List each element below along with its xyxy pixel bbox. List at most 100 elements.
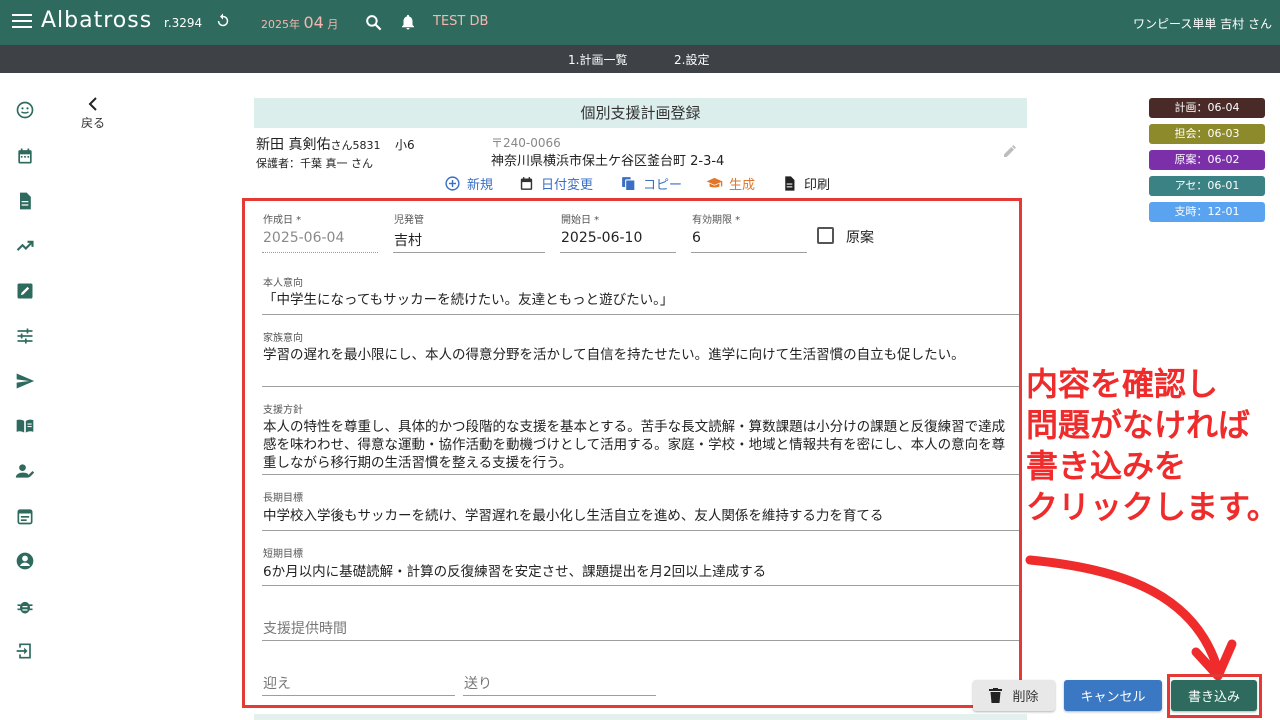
long-goal-underline (262, 530, 1019, 531)
change-date-action[interactable]: 日付変更 (518, 174, 593, 193)
page-title: 個別支援計画登録 (254, 98, 1027, 128)
tab-plan-list[interactable]: 1.計画一覧 (568, 51, 627, 68)
account-icon[interactable] (15, 551, 35, 571)
person-id: 5831 (352, 139, 381, 152)
book-icon[interactable] (15, 416, 35, 436)
support-time-field[interactable]: 支援提供時間 (263, 618, 347, 638)
send-icon[interactable] (15, 371, 35, 391)
manager-label: 児発管 (394, 215, 424, 226)
dropoff-field[interactable]: 送り (464, 673, 492, 693)
delete-button[interactable]: 削除 (973, 680, 1055, 711)
copy-label: コピー (643, 178, 683, 193)
cancel-button[interactable]: キャンセル (1064, 680, 1162, 711)
print-label: 印刷 (804, 178, 831, 193)
chevron-left-icon (88, 97, 97, 111)
side-navigation (0, 73, 50, 720)
sliders-icon[interactable] (15, 326, 35, 346)
revision-label: r.3294 (164, 16, 203, 30)
calendar-icon (520, 177, 533, 190)
pencil-icon[interactable] (1002, 143, 1018, 159)
tab-settings[interactable]: 2.設定 (674, 51, 709, 68)
pickup-field[interactable]: 迎え (263, 673, 291, 693)
start-date-underline (560, 252, 676, 253)
guardian-name: 保護者：千葉 真一 さん (256, 157, 373, 170)
database-label: TEST DB (433, 14, 489, 29)
policy-underline (262, 474, 1019, 475)
period-year: 2025年 (261, 18, 300, 31)
new-action-label: 新規 (467, 178, 494, 193)
address-block: 〒240-0066 神奈川県横浜市保土ケ谷区釜台町 2-3-4 (491, 136, 725, 170)
save-label: 書き込み (1187, 690, 1240, 705)
dropoff-underline (463, 695, 656, 696)
cancel-label: キャンセル (1080, 690, 1146, 705)
refresh-icon[interactable] (214, 12, 232, 30)
generate-action[interactable]: 生成 (706, 174, 755, 193)
callout-line: 書き込みを (1026, 447, 1187, 485)
callout-line: 問題がなければ (1026, 406, 1251, 444)
edit-note-icon[interactable] (15, 281, 35, 301)
trending-up-icon[interactable] (15, 236, 35, 256)
bug-icon[interactable] (15, 596, 35, 616)
period-selector[interactable]: 2025年 04 月 (261, 13, 338, 32)
search-icon[interactable] (364, 13, 383, 32)
draft-checkbox[interactable] (817, 227, 834, 244)
person-intent-field[interactable]: 「中学生になってもサッカーを続けたい。友達ともっと遊びたい。」 (263, 291, 1013, 309)
trash-icon (989, 688, 1003, 703)
chip-meeting[interactable]: 担会：06-03 (1149, 124, 1265, 144)
bell-icon[interactable] (399, 12, 417, 32)
short-goal-underline (262, 585, 1019, 586)
event-icon[interactable] (15, 506, 35, 526)
instruction-callout: 内容を確認し 問題がなければ 書き込みを クリックします。 (1026, 364, 1279, 528)
policy-field[interactable]: 本人の特性を尊重し、具体的かつ段階的な支援を基本とする。苦手な長文読解・算数課題… (263, 418, 1013, 472)
period-suffix: 月 (327, 18, 339, 31)
calendar-icon[interactable] (15, 146, 35, 166)
address-line: 神奈川県横浜市保土ケ谷区釜台町 2-3-4 (491, 154, 725, 169)
policy-label: 支援方針 (263, 405, 303, 416)
manager-field[interactable]: 吉村 (394, 230, 422, 250)
long-goal-field[interactable]: 中学校入学後もサッカーを続け、学習遅れを最小化し生活自立を進め、友人関係を維持す… (263, 507, 1013, 525)
person-grade: 小6 (395, 138, 415, 152)
menu-icon[interactable] (12, 13, 32, 29)
family-intent-field[interactable]: 学習の遅れを最小限にし、本人の得意分野を活かして自信を持たせたい。進学に向けて生… (263, 346, 1013, 364)
created-date-label: 作成日 * (263, 215, 302, 226)
top-app-bar: Albatross r.3294 2025年 04 月 TEST DB ワンピー… (0, 0, 1280, 45)
smile-icon[interactable] (15, 100, 35, 120)
save-button[interactable]: 書き込み (1171, 680, 1257, 711)
person-intent-label: 本人意向 (263, 278, 303, 289)
chip-support-time[interactable]: 支時：12-01 (1149, 202, 1265, 222)
document-icon[interactable] (15, 191, 35, 211)
validity-label: 有効期限 * (692, 215, 741, 226)
print-action[interactable]: 印刷 (781, 174, 830, 193)
user-edit-icon[interactable] (15, 461, 35, 481)
postal-code: 〒240-0066 (491, 136, 561, 150)
person-name: 新田 真剣佑 (256, 137, 331, 153)
delete-label: 削除 (1012, 690, 1039, 705)
person-intent-underline (262, 314, 1019, 315)
chip-assessment[interactable]: アセ：06-01 (1149, 176, 1265, 196)
chip-plan[interactable]: 計画：06-04 (1149, 98, 1265, 118)
chip-draft[interactable]: 原案：06-02 (1149, 150, 1265, 170)
start-date-field[interactable]: 2025-06-10 (561, 230, 642, 246)
person-honorific: さん (330, 139, 353, 152)
pickup-underline (262, 695, 455, 696)
created-date-field: 2025-06-04 (263, 230, 345, 246)
logout-icon[interactable] (15, 641, 35, 661)
user-name[interactable]: ワンピース単単 吉村 さん (1133, 15, 1272, 32)
copy-action[interactable]: コピー (620, 174, 682, 193)
change-date-label: 日付変更 (541, 178, 594, 193)
add-circle-icon (445, 176, 460, 191)
callout-line: 内容を確認し (1026, 365, 1219, 403)
copy-icon (622, 177, 636, 192)
family-intent-underline (262, 386, 1019, 387)
short-goal-label: 短期目標 (263, 549, 303, 560)
new-action[interactable]: 新規 (444, 174, 493, 193)
generate-label: 生成 (729, 178, 756, 193)
curved-arrow-icon (1025, 555, 1237, 681)
short-goal-field[interactable]: 6か月以内に基礎読解・計算の反復練習を安定させ、課題提出を月2回以上達成する (263, 563, 1013, 581)
validity-underline (691, 252, 807, 253)
validity-field[interactable]: 6 (692, 230, 701, 246)
back-button[interactable]: 戻る (78, 96, 108, 131)
created-date-underline (262, 252, 378, 253)
print-doc-icon (785, 176, 795, 191)
start-date-label: 開始日 * (561, 215, 600, 226)
